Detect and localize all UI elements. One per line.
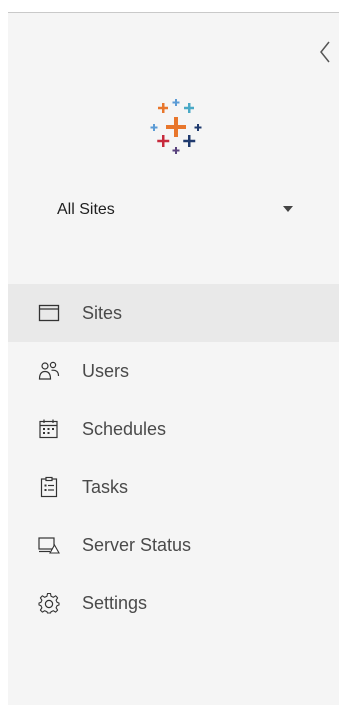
- sidebar-item-users[interactable]: Users: [8, 342, 339, 400]
- sidebar-item-label: Settings: [82, 593, 148, 613]
- sidebar-item-label: Schedules: [82, 419, 167, 439]
- site-selector-label: All Sites: [57, 201, 115, 218]
- sidebar-item-label: Server Status: [82, 535, 192, 555]
- calendar-icon: [38, 418, 60, 440]
- caret-down-icon: [283, 206, 293, 212]
- gear-icon: [38, 592, 60, 614]
- sidebar-item-tasks[interactable]: Tasks: [8, 458, 339, 516]
- sidebar-item-label: Users: [82, 361, 130, 381]
- monitor-warning-icon: [38, 534, 60, 556]
- sidebar-item-sites[interactable]: Sites: [8, 284, 339, 342]
- chevron-left-icon: [320, 41, 330, 63]
- window-icon: [38, 302, 60, 324]
- clipboard-list-icon: [38, 476, 60, 498]
- collapse-sidebar-button[interactable]: [317, 38, 335, 66]
- sidebar-item-label: Tasks: [82, 477, 129, 497]
- sidebar-item-server-status[interactable]: Server Status: [8, 516, 339, 574]
- site-selector-dropdown[interactable]: All Sites: [48, 194, 308, 224]
- sidebar-nav: Sites Users Schedules Tasks Server Statu…: [8, 284, 339, 632]
- sidebar-item-schedules[interactable]: Schedules: [8, 400, 339, 458]
- sidebar-item-label: Sites: [82, 303, 123, 323]
- sidebar-item-settings[interactable]: Settings: [8, 574, 339, 632]
- users-icon: [38, 360, 60, 382]
- tableau-logo: [144, 95, 210, 161]
- app-frame: All Sites Sites Users Schedules Tasks Se…: [0, 0, 339, 705]
